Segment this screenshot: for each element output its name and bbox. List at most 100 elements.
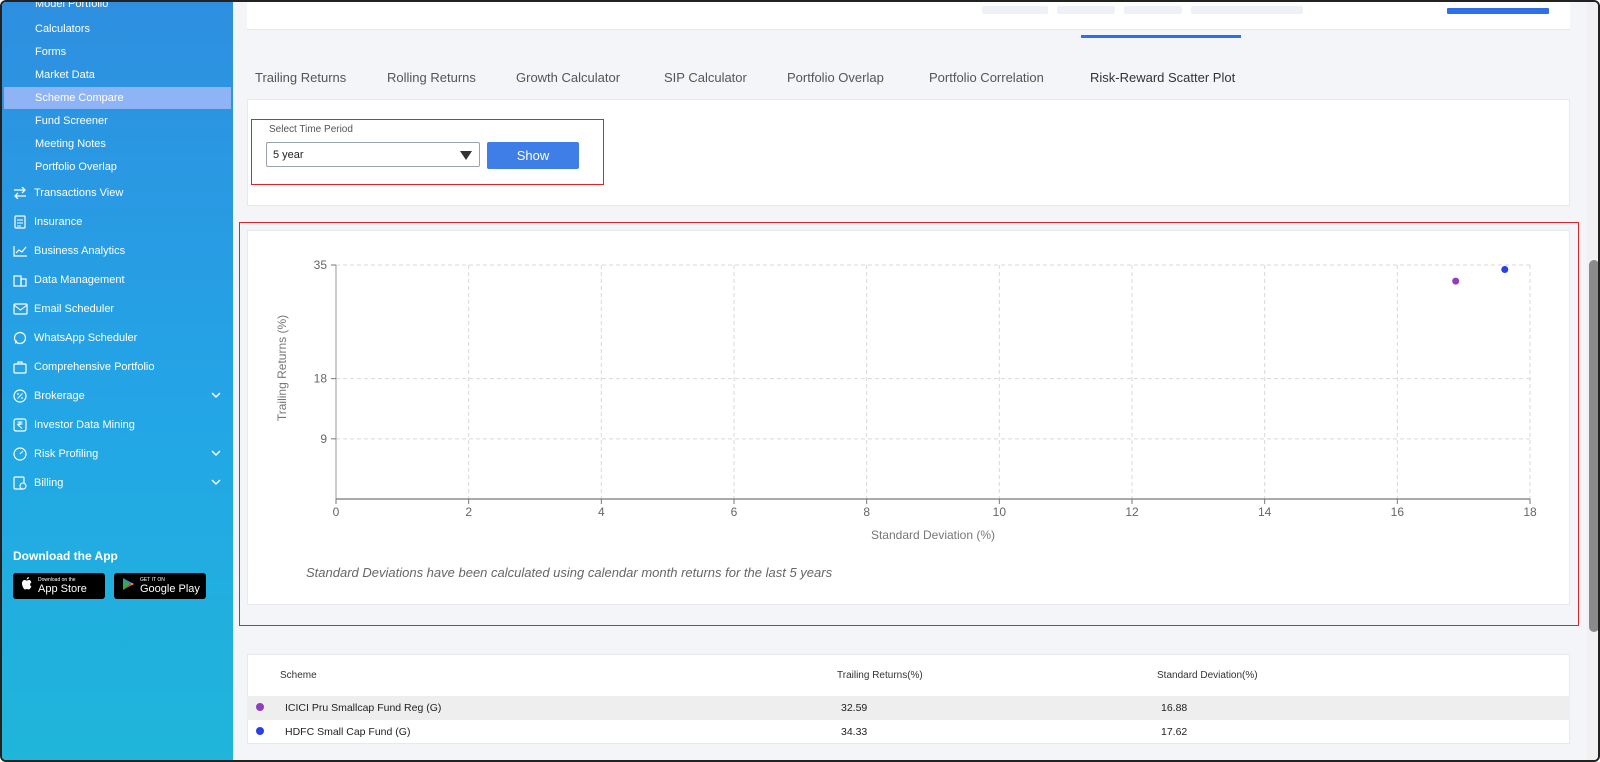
cell-scheme: HDFC Small Cap Fund (G) [285,726,411,738]
sidebar-item-label: Billing [34,477,64,489]
percent-icon [12,388,28,404]
mail-icon [12,301,28,317]
time-period-label: Select Time Period [269,124,353,135]
sidebar-item-label: Email Scheduler [34,303,115,315]
placeholder-chip [1057,6,1115,14]
x-tick-label: 2 [465,505,472,519]
sidebar-item-transactions-view[interactable]: Transactions View [12,182,224,204]
sidebar-subitem-portfolio-overlap[interactable]: Portfolio Overlap [35,161,117,173]
sidebar-item-investor-data-mining[interactable]: Investor Data Mining [12,414,224,436]
tab-sip-calculator[interactable]: SIP Calculator [664,70,747,85]
x-axis-title: Standard Deviation (%) [871,528,995,542]
google-play-icon [122,577,135,596]
sidebar-item-label: Brokerage [34,390,85,402]
cell-trailing-returns: 32.59 [841,702,868,714]
sidebar-item-whatsapp-scheduler[interactable]: WhatsApp Scheduler [12,327,224,349]
table-header-trailing-returns: Trailing Returns(%) [837,670,923,681]
sidebar-item-label: Insurance [34,216,83,228]
tab-growth-calculator[interactable]: Growth Calculator [516,70,620,85]
sidebar-subitem-meeting-notes[interactable]: Meeting Notes [35,138,106,150]
document-icon [12,214,28,230]
sidebar: Model Portfolio Calculators Forms Market… [2,2,233,760]
risk-reward-scatter-chart: 0 2 4 6 8 10 12 14 16 18 9 18 35 Standard Deviation (… [275,258,1537,542]
apple-icon [21,576,33,596]
cell-standard-deviation: 17.62 [1161,726,1188,738]
sidebar-item-label: Business Analytics [34,245,126,257]
sidebar-subitem-calculators[interactable]: Calculators [35,23,90,35]
x-tick-label: 14 [1258,505,1272,519]
download-app-title: Download the App [13,549,118,563]
x-tick-label: 4 [598,505,605,519]
table-row[interactable]: HDFC Small Cap Fund (G) 34.33 17.62 [247,720,1570,744]
tab-risk-reward-scatter-plot[interactable]: Risk-Reward Scatter Plot [1090,70,1235,85]
y-tick-label: 9 [320,432,327,446]
chevron-down-icon[interactable] [210,447,224,461]
whatsapp-icon [12,330,28,346]
primary-action-button[interactable] [1447,8,1549,14]
sidebar-item-business-analytics[interactable]: Business Analytics [12,240,224,262]
analysis-tabs: Trailing Returns Rolling Returns Growth … [247,62,1570,98]
arrows-swap-icon [12,185,28,201]
placeholder-chip [1191,6,1303,14]
sidebar-item-data-management[interactable]: Data Management [12,269,224,291]
cell-trailing-returns: 34.33 [841,726,868,738]
sidebar-subitem-forms[interactable]: Forms [35,46,66,58]
tab-trailing-returns[interactable]: Trailing Returns [255,70,346,85]
tab-portfolio-correlation[interactable]: Portfolio Correlation [929,70,1044,85]
y-axis-title: Trailing Returns (%) [275,315,289,421]
x-tick-label: 10 [993,505,1007,519]
scatter-point [1452,277,1460,285]
time-period-selected-value: 5 year [273,149,304,161]
sidebar-item-risk-profiling[interactable]: Risk Profiling [12,443,224,465]
x-tick-label: 6 [731,505,738,519]
x-tick-label: 18 [1523,505,1537,519]
cell-standard-deviation: 16.88 [1161,702,1188,714]
top-summary-card [247,2,1570,30]
cell-scheme: ICICI Pru Smallcap Fund Reg (G) [285,702,442,714]
chevron-down-icon[interactable] [210,476,224,490]
show-button[interactable]: Show [487,142,579,169]
table-header-scheme: Scheme [280,670,317,681]
google-play-button[interactable]: GET IT ON Google Play [114,573,206,599]
active-tab-indicator [1081,35,1241,38]
sidebar-item-comprehensive-portfolio[interactable]: Comprehensive Portfolio [12,356,224,378]
app-store-big-text: App Store [38,583,87,595]
sidebar-subitem-fund-screener[interactable]: Fund Screener [35,115,108,127]
table-header-standard-deviation: Standard Deviation(%) [1157,670,1258,681]
line-chart-icon [12,243,28,259]
sidebar-item-label: Investor Data Mining [34,419,135,431]
gauge-icon [12,446,28,462]
x-tick-label: 12 [1125,505,1139,519]
sidebar-item-billing[interactable]: Billing [12,472,224,494]
y-tick-label: 35 [314,258,328,272]
x-tick-label: 16 [1391,505,1405,519]
series-color-dot [256,727,264,735]
sidebar-subitem-scheme-compare[interactable]: Scheme Compare [35,92,124,104]
google-play-big-text: Google Play [140,583,200,595]
sidebar-item-email-scheduler[interactable]: Email Scheduler [12,298,224,320]
x-tick-label: 0 [333,505,340,519]
app-store-button[interactable]: Download on the App Store [13,573,105,599]
scatter-point [1501,265,1509,273]
placeholder-chip [982,6,1048,14]
table-row[interactable]: ICICI Pru Smallcap Fund Reg (G) 32.59 16… [247,696,1570,720]
rupee-icon [12,417,28,433]
briefcase-icon [12,359,28,375]
time-period-select[interactable]: 5 year [266,142,480,167]
sidebar-item-label: WhatsApp Scheduler [34,332,138,344]
sidebar-subitem-market-data[interactable]: Market Data [35,69,95,81]
sidebar-subitem-model-portfolio[interactable]: Model Portfolio [35,2,108,10]
chevron-down-icon[interactable] [210,389,224,403]
sidebar-item-label: Transactions View [34,187,124,199]
sidebar-item-insurance[interactable]: Insurance [12,211,224,233]
y-tick-label: 18 [314,372,328,386]
sidebar-item-label: Comprehensive Portfolio [34,361,155,373]
scatter-chart-card: 0 2 4 6 8 10 12 14 16 18 9 18 35 Standard Deviation (… [247,230,1570,605]
scrollbar-thumb[interactable] [1589,260,1598,632]
building-icon [12,272,28,288]
series-color-dot [256,703,264,711]
tab-rolling-returns[interactable]: Rolling Returns [387,70,476,85]
sidebar-item-label: Data Management [34,274,125,286]
sidebar-item-brokerage[interactable]: Brokerage [12,385,224,407]
tab-portfolio-overlap[interactable]: Portfolio Overlap [787,70,884,85]
